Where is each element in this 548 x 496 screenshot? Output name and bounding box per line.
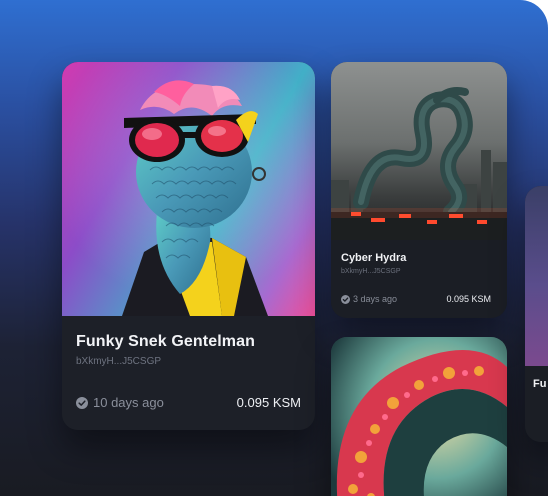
listed-time: 10 days ago — [76, 395, 164, 410]
check-circle-icon — [76, 396, 88, 409]
nft-card-funky-snek[interactable]: Funky Snek Gentelman bXkmyH...J5CSGP 10 … — [62, 62, 315, 430]
nft-artwork-partial — [525, 186, 548, 366]
nft-card-orb[interactable] — [331, 337, 507, 496]
listed-time: 3 days ago — [341, 294, 397, 304]
listed-time-text: 10 days ago — [93, 395, 164, 410]
nft-title: Cyber Hydra — [341, 252, 407, 264]
nft-price: 0.095 KSM — [446, 294, 491, 304]
nft-artwork-hydra — [331, 62, 507, 240]
nft-title: Funky Snek Gentelman — [76, 333, 255, 350]
owner-address: bXkmyH...J5CSGP — [341, 268, 401, 275]
nft-artwork-snake — [62, 62, 315, 316]
owner-address: bXkmyH...J5CSGP — [76, 356, 162, 367]
nft-card-cyber-hydra[interactable]: Cyber Hydra bXkmyH...J5CSGP 3 days ago 0… — [331, 62, 507, 318]
check-circle-icon — [341, 294, 350, 304]
listed-time-text: 3 days ago — [353, 294, 398, 304]
nft-title: Fu — [533, 378, 547, 390]
nft-meta-row: 3 days ago 0.095 KSM — [341, 294, 491, 304]
nft-meta-row: 10 days ago 0.095 KSM — [76, 395, 301, 410]
nft-card-partial[interactable]: Fu — [525, 186, 548, 442]
nft-artwork-orb — [331, 337, 507, 496]
nft-card-info: Cyber Hydra bXkmyH...J5CSGP 3 days ago 0… — [331, 240, 507, 318]
nft-card-info: Fu — [525, 366, 548, 442]
nft-card-info: Funky Snek Gentelman bXkmyH...J5CSGP 10 … — [62, 316, 315, 430]
nft-showcase-panel: Funky Snek Gentelman bXkmyH...J5CSGP 10 … — [0, 0, 548, 496]
nft-price: 0.095 KSM — [236, 395, 301, 410]
